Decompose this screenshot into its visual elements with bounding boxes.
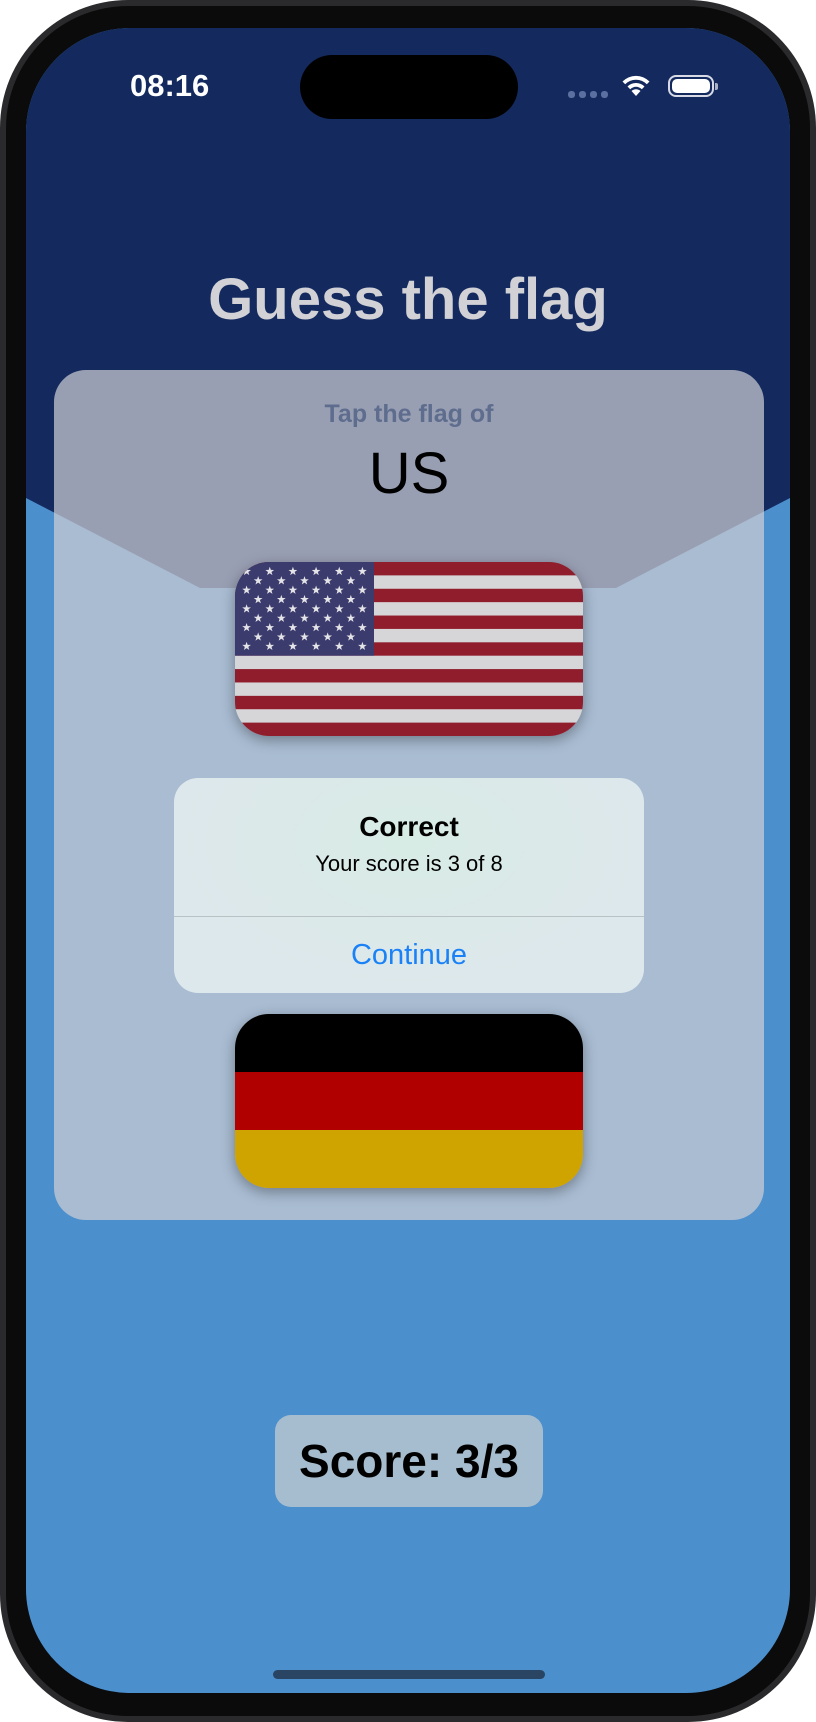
- prompt-label: Tap the flag of: [324, 400, 494, 428]
- wifi-icon: [622, 75, 650, 96]
- flag-button-germany[interactable]: [235, 1014, 583, 1188]
- germany-flag-icon: [235, 1014, 583, 1188]
- cellular-signal-icon: [568, 91, 608, 99]
- battery-icon: [668, 75, 718, 97]
- flag-button-us[interactable]: [235, 562, 583, 736]
- status-time: 08:16: [130, 68, 210, 103]
- target-country: US: [368, 441, 450, 506]
- dynamic-island: [300, 55, 518, 119]
- home-indicator[interactable]: [273, 1670, 545, 1679]
- app-screen: 08:16 Guess the flag Tap the flag of US …: [26, 28, 790, 1693]
- us-flag-icon: [235, 562, 583, 736]
- page-title: Guess the flag: [208, 267, 608, 332]
- status-bar: 08:16: [26, 28, 790, 148]
- continue-button[interactable]: Continue: [174, 917, 644, 993]
- score-label: Score: 3/3: [275, 1415, 543, 1507]
- alert-dialog: Correct Your score is 3 of 8 Continue: [174, 778, 644, 993]
- alert-message: Your score is 3 of 8: [315, 851, 503, 876]
- alert-title: Correct: [359, 811, 459, 842]
